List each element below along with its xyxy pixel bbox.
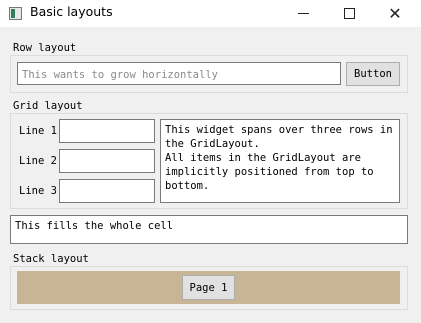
line-1-input[interactable]: [59, 119, 155, 143]
row-button[interactable]: Button: [346, 62, 400, 86]
line-3-input[interactable]: [59, 179, 155, 203]
app-icon: [9, 7, 22, 20]
close-icon: ✕: [388, 3, 402, 23]
fill-cell-text-edit[interactable]: This fills the whole cell: [10, 215, 408, 244]
spanning-text-edit[interactable]: This widget spans over three rows in the…: [160, 119, 400, 203]
grow-horizontal-input[interactable]: This wants to grow horizontally: [17, 62, 341, 85]
maximize-icon: [343, 8, 355, 19]
window-title: Basic layouts: [30, 4, 113, 19]
stack-layout-title: Stack layout: [13, 253, 89, 265]
row-layout-title: Row layout: [13, 42, 77, 54]
close-button[interactable]: ✕: [372, 0, 418, 27]
grow-horizontal-placeholder: This wants to grow horizontally: [22, 69, 218, 81]
minimize-button[interactable]: [280, 0, 326, 27]
minimize-icon: [297, 13, 309, 14]
line-3-label: Line 3: [19, 185, 57, 197]
line-2-input[interactable]: [59, 149, 155, 173]
page-1-button[interactable]: Page 1: [182, 275, 235, 300]
line-1-label: Line 1: [19, 125, 57, 137]
grid-layout-title: Grid layout: [13, 100, 83, 112]
title-bar[interactable]: Basic layouts ✕: [0, 0, 421, 27]
line-2-label: Line 2: [19, 155, 57, 167]
maximize-button[interactable]: [326, 0, 372, 27]
